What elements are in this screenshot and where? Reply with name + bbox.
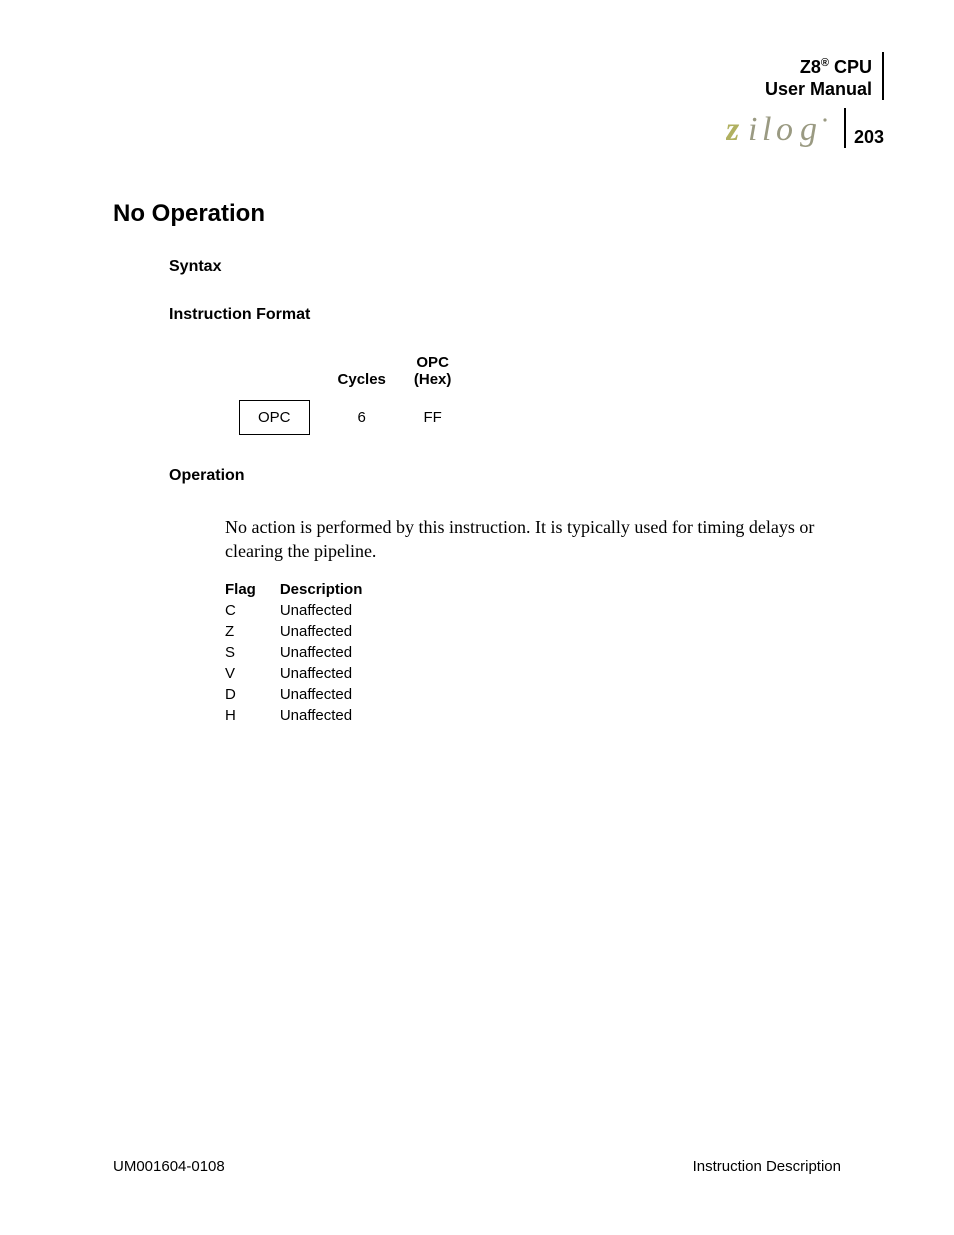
zilog-logo-icon: z i l o g (726, 108, 836, 148)
page-footer: UM001604-0108 Instruction Description (113, 1158, 841, 1175)
page-number: 203 (854, 127, 884, 148)
opc-box: OPC (239, 400, 310, 435)
table-row: H Unaffected (225, 705, 386, 726)
header-product-line1: Z8® CPU (765, 52, 872, 78)
page-header: Z8® CPU User Manual z i l o g 203 (726, 52, 884, 148)
svg-text:z: z (726, 111, 740, 148)
svg-text:l: l (762, 111, 771, 148)
flag-table: Flag Description C Unaffected Z Unaffect… (225, 579, 386, 726)
col-opc-hex: OPC (Hex) (400, 354, 466, 394)
col-cycles: Cycles (324, 354, 400, 394)
instruction-format-heading: Instruction Format (169, 306, 841, 324)
svg-text:i: i (748, 111, 757, 148)
header-product-line2: User Manual (765, 78, 872, 100)
flag-head-flag: Flag (225, 579, 280, 600)
flag-head-desc: Description (280, 579, 387, 600)
instruction-format-block: Cycles OPC (Hex) OPC 6 FF (225, 354, 841, 441)
svg-text:o: o (776, 111, 793, 148)
table-row: V Unaffected (225, 663, 386, 684)
footer-section: Instruction Description (693, 1158, 841, 1175)
svg-text:g: g (800, 111, 817, 148)
footer-doc-id: UM001604-0108 (113, 1158, 225, 1175)
header-title-block: Z8® CPU User Manual (765, 52, 884, 100)
table-row: D Unaffected (225, 684, 386, 705)
operation-heading: Operation (169, 467, 841, 485)
table-row: Z Unaffected (225, 621, 386, 642)
syntax-heading: Syntax (169, 258, 841, 276)
opc-hex-value: FF (400, 394, 466, 441)
table-row: S Unaffected (225, 642, 386, 663)
page-title: No Operation (113, 200, 841, 228)
table-row: C Unaffected (225, 600, 386, 621)
page-content: No Operation Syntax Instruction Format C… (113, 200, 841, 726)
cycles-value: 6 (324, 394, 400, 441)
operation-description: No action is performed by this instructi… (225, 515, 841, 563)
